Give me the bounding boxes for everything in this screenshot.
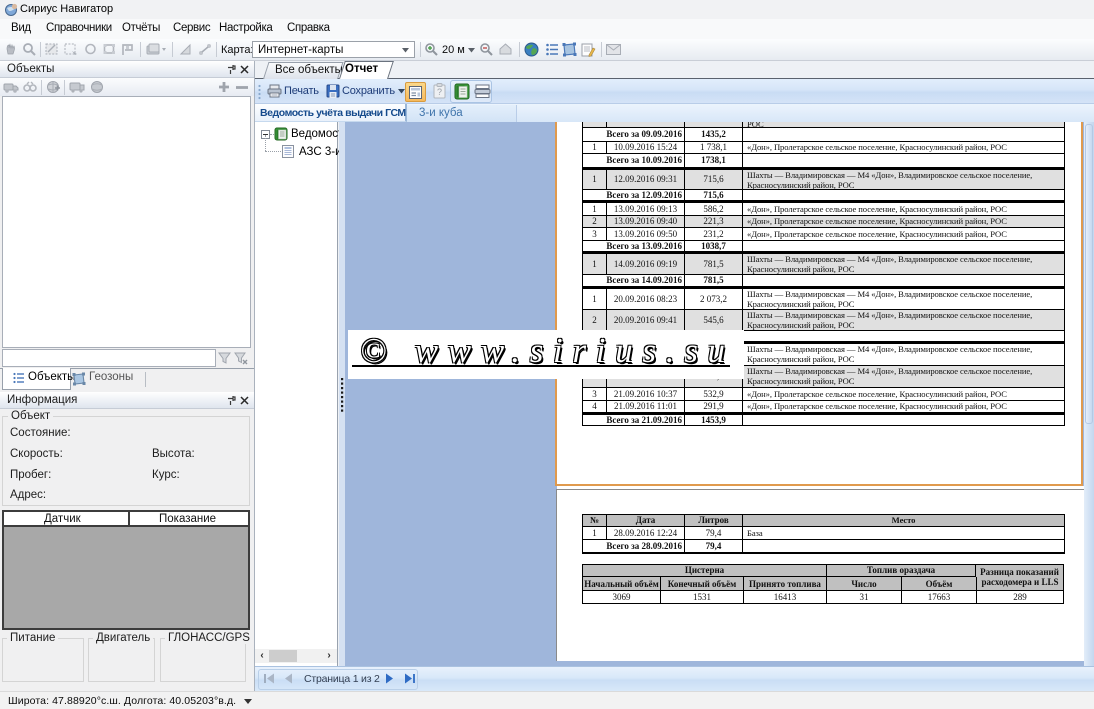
- svg-text:?: ?: [437, 87, 442, 97]
